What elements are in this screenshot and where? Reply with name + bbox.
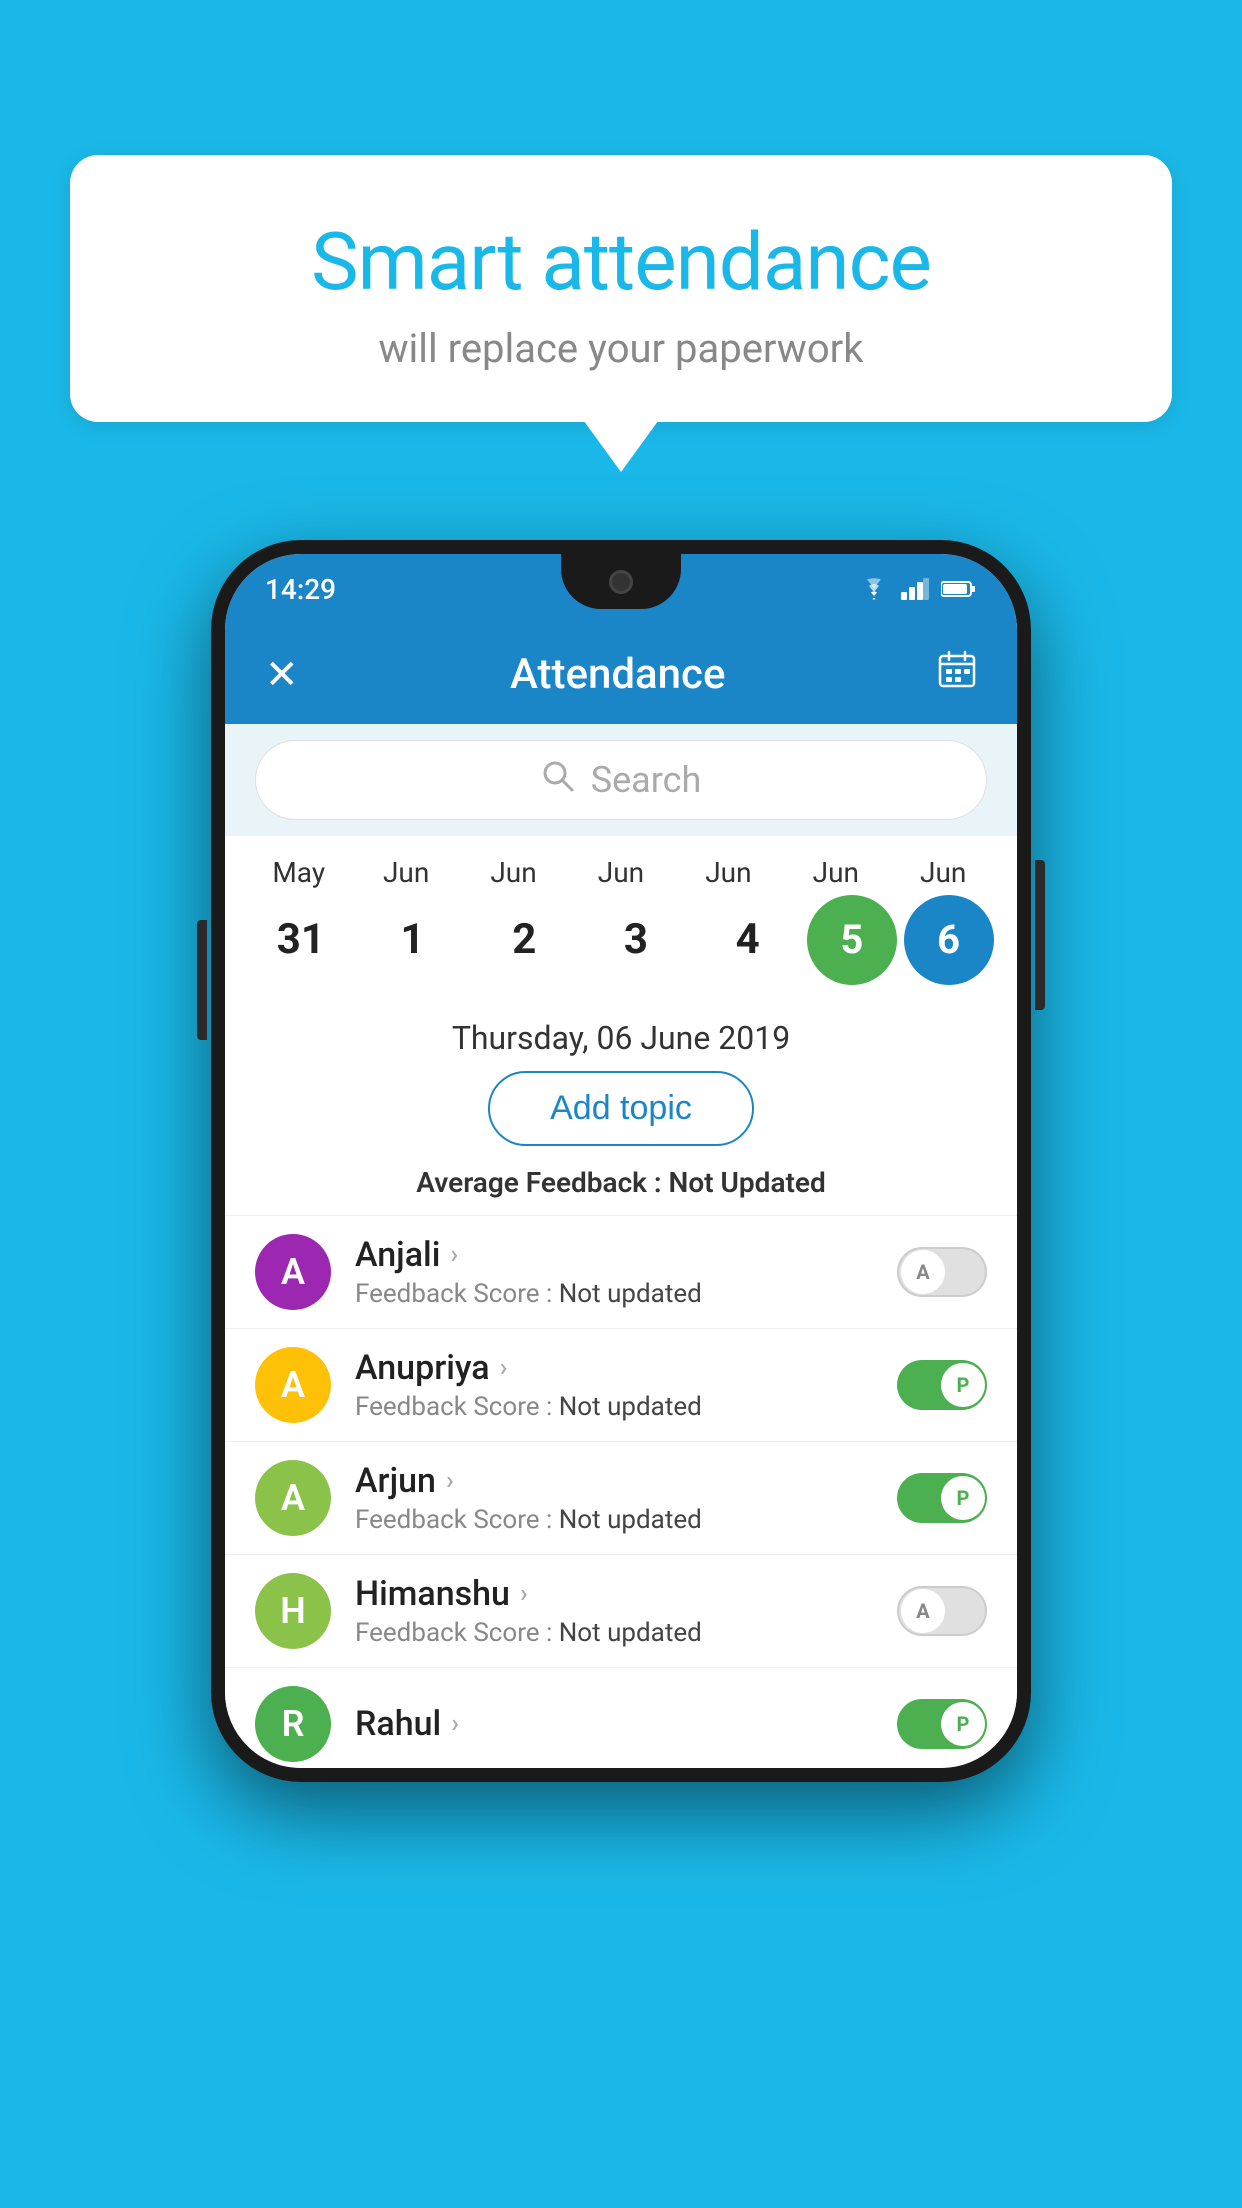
toggle-knob: A [901,1589,945,1633]
status-bar: 14:29 [225,554,1017,624]
search-bar-container: Search [225,724,1017,836]
month-2: Jun [461,856,566,889]
list-item[interactable]: R Rahul › P [225,1667,1017,1768]
student-feedback: Feedback Score : Not updated [355,1618,897,1648]
toggle-present[interactable]: P [897,1360,987,1410]
date-5-today[interactable]: 5 [807,895,897,985]
date-2[interactable]: 2 [472,915,577,965]
phone-outer: 14:29 [211,540,1031,1782]
student-info: Himanshu › Feedback Score : Not updated [355,1574,897,1648]
month-6: Jun [891,856,996,889]
student-feedback: Feedback Score : Not updated [355,1505,897,1535]
calendar-dates[interactable]: 31 1 2 3 4 5 6 [235,895,1007,985]
status-icons [859,578,977,600]
feedback-value: Not updated [559,1279,702,1309]
notch [561,554,681,609]
speech-bubble: Smart attendance will replace your paper… [70,155,1172,422]
attendance-toggle[interactable]: P [897,1473,987,1523]
app-bar: ✕ Attendance [225,624,1017,724]
student-name: Arjun › [355,1461,897,1501]
toggle-knob: P [941,1476,985,1520]
calendar-months: May Jun Jun Jun Jun Jun Jun [235,856,1007,889]
speech-bubble-container: Smart attendance will replace your paper… [70,155,1172,422]
date-1[interactable]: 1 [360,915,465,965]
status-time: 14:29 [265,573,336,606]
list-item[interactable]: H Himanshu › Feedback Score : Not update… [225,1554,1017,1667]
wifi-icon [859,578,889,600]
attendance-toggle[interactable]: P [897,1360,987,1410]
student-name: Himanshu › [355,1574,897,1614]
search-input[interactable]: Search [591,759,702,801]
chevron-right-icon: › [450,1240,458,1270]
date-4[interactable]: 4 [695,915,800,965]
avg-feedback-value: Not Updated [669,1166,826,1199]
avatar: A [255,1347,331,1423]
toggle-absent[interactable]: A [897,1586,987,1636]
avatar: A [255,1234,331,1310]
phone-container: 14:29 [211,540,1031,1782]
student-name: Rahul › [355,1704,897,1744]
attendance-toggle[interactable]: P [897,1699,987,1749]
list-item[interactable]: A Anupriya › Feedback Score : Not update… [225,1328,1017,1441]
camera [609,570,633,594]
signal-icon [901,578,929,600]
date-31[interactable]: 31 [248,915,353,965]
month-3: Jun [568,856,673,889]
feedback-value: Not updated [559,1505,702,1535]
toggle-absent[interactable]: A [897,1247,987,1297]
app-bar-title: Attendance [510,650,725,699]
content-area: Thursday, 06 June 2019 Add topic Average… [225,995,1017,1768]
phone-screen: 14:29 [225,554,1017,1768]
toggle-knob: P [941,1702,985,1746]
list-item[interactable]: A Anjali › Feedback Score : Not updated … [225,1215,1017,1328]
month-5: Jun [783,856,888,889]
toggle-knob: P [941,1363,985,1407]
student-info: Rahul › [355,1704,897,1744]
calendar-strip: May Jun Jun Jun Jun Jun Jun 31 1 2 3 4 5… [225,836,1017,995]
avatar: R [255,1686,331,1762]
student-name: Anupriya › [355,1348,897,1388]
feedback-value: Not updated [559,1618,702,1648]
toggle-present[interactable]: P [897,1473,987,1523]
chevron-right-icon: › [500,1353,508,1383]
date-3[interactable]: 3 [583,915,688,965]
chevron-right-icon: › [446,1466,454,1496]
list-item[interactable]: A Arjun › Feedback Score : Not updated P [225,1441,1017,1554]
battery-icon [941,579,977,599]
student-info: Anjali › Feedback Score : Not updated [355,1235,897,1309]
month-1: Jun [354,856,459,889]
add-topic-button[interactable]: Add topic [488,1071,754,1146]
chevron-right-icon: › [520,1579,528,1609]
student-info: Arjun › Feedback Score : Not updated [355,1461,897,1535]
avatar: H [255,1573,331,1649]
toggle-knob: A [901,1250,945,1294]
selected-date-label: Thursday, 06 June 2019 [225,1005,1017,1071]
search-icon [541,759,575,802]
student-list: A Anjali › Feedback Score : Not updated … [225,1215,1017,1768]
student-name: Anjali › [355,1235,897,1275]
attendance-toggle[interactable]: A [897,1586,987,1636]
student-info: Anupriya › Feedback Score : Not updated [355,1348,897,1422]
chevron-right-icon: › [451,1709,459,1739]
month-0: May [246,856,351,889]
bubble-title: Smart attendance [120,215,1122,309]
avatar: A [255,1460,331,1536]
feedback-value: Not updated [559,1392,702,1422]
date-6-selected[interactable]: 6 [904,895,994,985]
search-bar[interactable]: Search [255,740,987,820]
avg-feedback: Average Feedback : Not Updated [225,1160,1017,1215]
bubble-subtitle: will replace your paperwork [120,325,1122,372]
close-button[interactable]: ✕ [265,651,299,698]
calendar-button[interactable] [937,649,977,699]
avg-feedback-label: Average Feedback : [416,1166,668,1199]
month-4: Jun [676,856,781,889]
toggle-present[interactable]: P [897,1699,987,1749]
student-feedback: Feedback Score : Not updated [355,1392,897,1422]
attendance-toggle[interactable]: A [897,1247,987,1297]
student-feedback: Feedback Score : Not updated [355,1279,897,1309]
